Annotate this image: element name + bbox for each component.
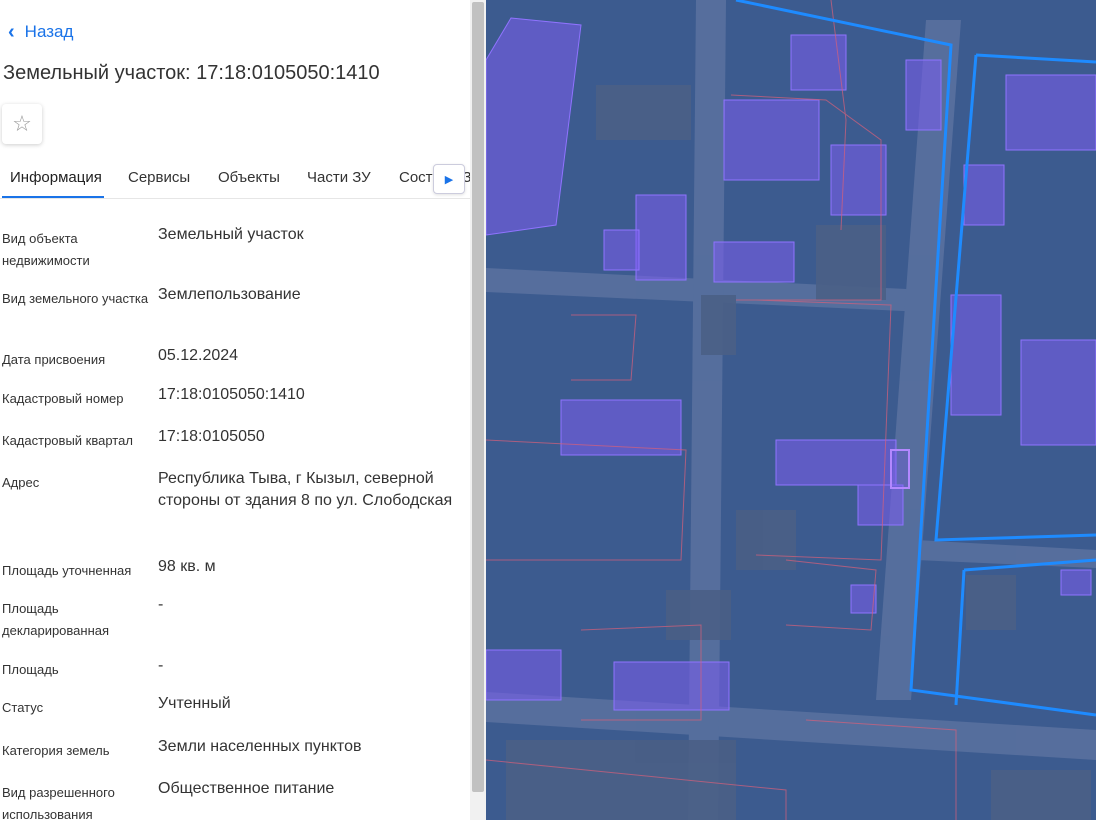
map-canvas bbox=[486, 0, 1096, 820]
info-value: - bbox=[158, 657, 164, 674]
info-label: Площадь уточненная bbox=[2, 563, 132, 578]
info-value: Общественное питание bbox=[158, 780, 335, 797]
scrollbar-thumb[interactable] bbox=[472, 2, 484, 792]
tabs-scroll-right-button[interactable]: ▶ bbox=[433, 164, 465, 194]
tab-parts[interactable]: Части ЗУ bbox=[307, 169, 371, 186]
back-label: Назад bbox=[24, 22, 74, 41]
info-value: Учтенный bbox=[158, 695, 231, 712]
info-value: Земли населенных пунктов bbox=[158, 738, 362, 755]
tab-information[interactable]: Информация bbox=[10, 169, 102, 186]
info-label: Дата присвоения bbox=[2, 352, 106, 367]
star-icon: ☆ bbox=[12, 111, 32, 136]
map-view[interactable] bbox=[486, 0, 1096, 820]
info-value: 17:18:0105050 bbox=[158, 428, 265, 445]
chevron-left-icon: ‹ bbox=[8, 21, 15, 43]
info-value: Землепользование bbox=[158, 286, 301, 303]
caret-right-icon: ▶ bbox=[444, 173, 454, 186]
info-label: Кадастровый номер bbox=[2, 391, 124, 406]
info-label: Кадастровый квартал bbox=[2, 433, 133, 448]
page-title: Земельный участок: 17:18:0105050:1410 bbox=[3, 62, 380, 84]
info-label: Вид земельного участка bbox=[2, 291, 149, 306]
info-value: - bbox=[158, 596, 164, 613]
info-value: Земельный участок bbox=[158, 226, 304, 243]
info-label: Вид объекта недвижимости bbox=[2, 231, 90, 268]
info-label: Категория земель bbox=[2, 743, 110, 758]
tab-bar: Информация Сервисы Объекты Части ЗУ Сост… bbox=[0, 158, 470, 199]
info-label: Адрес bbox=[2, 475, 40, 490]
info-value: 17:18:0105050:1410 bbox=[158, 386, 305, 403]
favorite-button[interactable]: ☆ bbox=[2, 104, 42, 144]
info-value: 98 кв. м bbox=[158, 558, 216, 575]
tab-services[interactable]: Сервисы bbox=[128, 169, 190, 186]
info-label: Вид разрешенного использования bbox=[2, 785, 115, 820]
info-panel: ‹ Назад Земельный участок: 17:18:0105050… bbox=[0, 0, 470, 820]
tab-objects[interactable]: Объекты bbox=[218, 169, 280, 186]
back-link[interactable]: ‹ Назад bbox=[8, 20, 73, 44]
panel-scrollbar[interactable] bbox=[470, 0, 486, 820]
info-label: Площадь bbox=[2, 662, 59, 677]
info-value: Республика Тыва, г Кызыл, северной сторо… bbox=[158, 470, 453, 509]
info-value: 05.12.2024 bbox=[158, 347, 239, 364]
info-label: Площадь декларированная bbox=[2, 601, 110, 638]
info-label: Статус bbox=[2, 700, 44, 715]
active-tab-indicator bbox=[2, 196, 104, 198]
